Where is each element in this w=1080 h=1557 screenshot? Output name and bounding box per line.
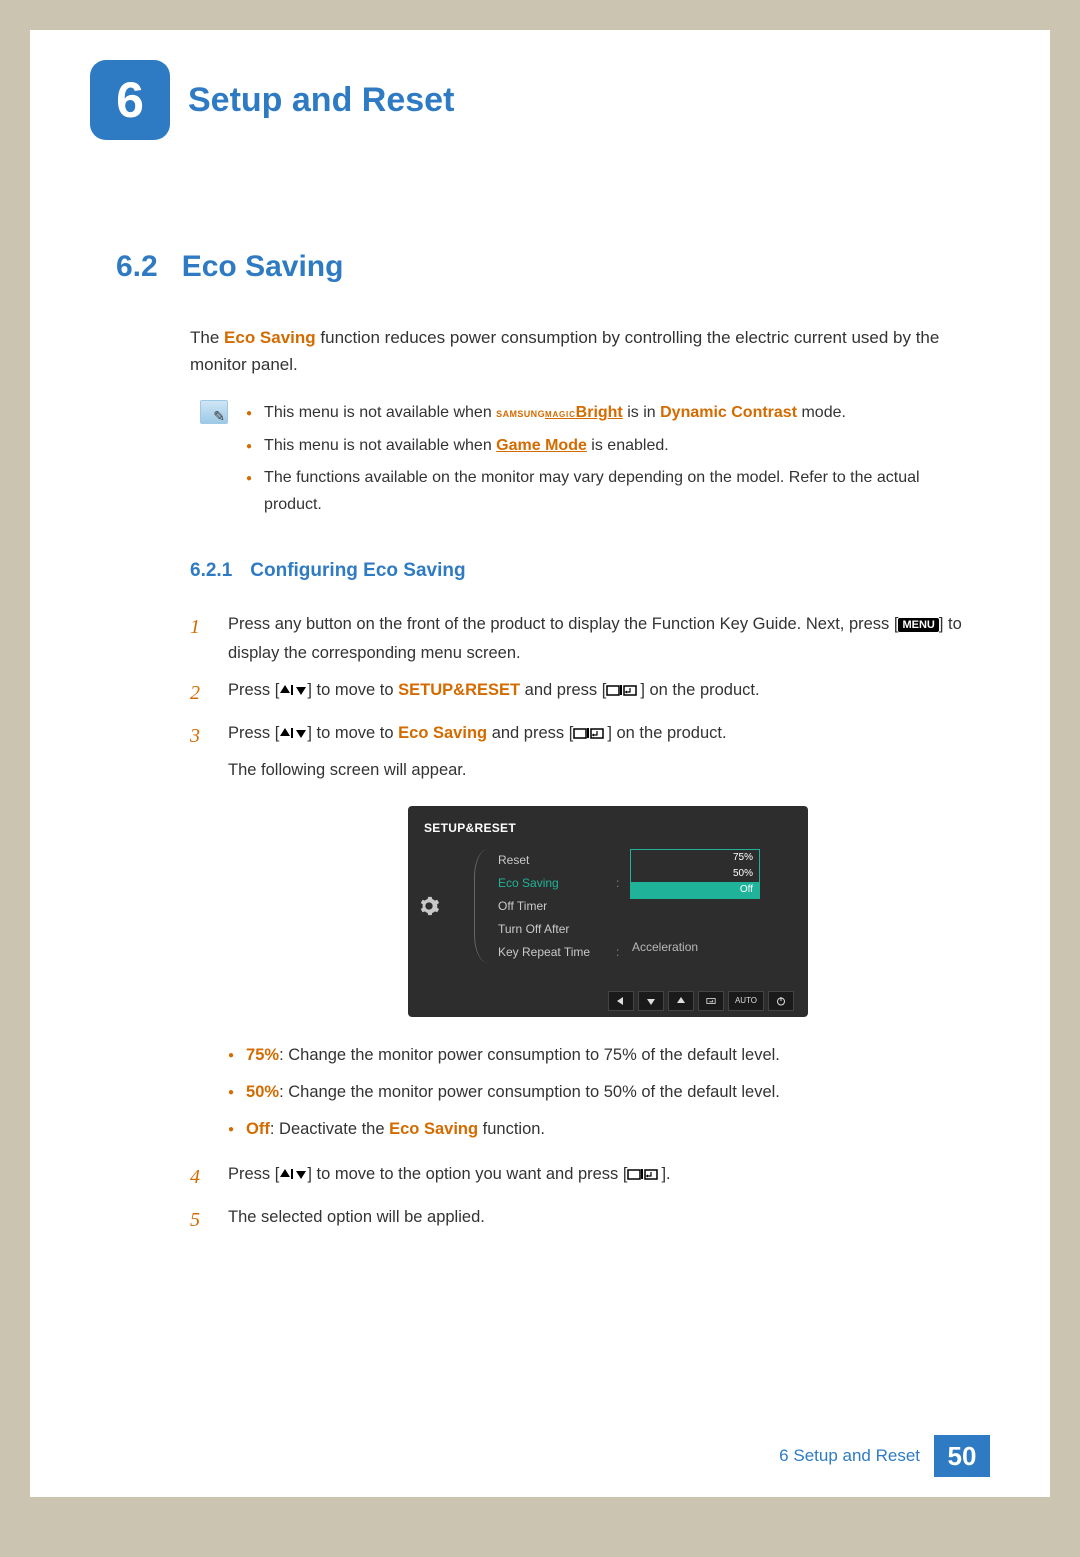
osd-menu-item: Key Repeat Time <box>498 941 618 964</box>
footer-label: 6 Setup and Reset <box>779 1446 920 1466</box>
osd-menu-item: Off Timer <box>498 895 618 918</box>
list-item: ● 50%: Change the monitor power consumpt… <box>228 1078 980 1107</box>
option-label: 50% <box>246 1083 279 1101</box>
step-5: 5 The selected option will be applied. <box>190 1203 980 1238</box>
osd-option: 50% <box>631 866 759 882</box>
osd-option: 75% <box>631 850 759 866</box>
option-description-list: ● 75%: Change the monitor power consumpt… <box>228 1041 980 1144</box>
up-down-arrows-icon <box>279 1167 307 1181</box>
select-enter-icon <box>627 1167 661 1181</box>
osd-nav-bar: AUTO <box>418 991 798 1011</box>
osd-nav-down-icon <box>638 991 664 1011</box>
note-item: ● This menu is not available when SAMSUN… <box>246 400 980 426</box>
game-mode-link[interactable]: Game Mode <box>496 437 587 454</box>
page-footer: 6 Setup and Reset 50 <box>779 1435 990 1477</box>
menu-button-tag: MENU <box>898 618 938 632</box>
note-block: ● This menu is not available when SAMSUN… <box>200 400 980 524</box>
up-down-arrows-icon <box>279 683 307 697</box>
osd-title: SETUP&RESET <box>424 818 798 839</box>
step-1: 1 Press any button on the front of the p… <box>190 610 980 668</box>
select-enter-icon <box>606 683 640 697</box>
osd-value: Acceleration <box>632 937 798 958</box>
samsung-label: SAMSUNG <box>496 409 545 419</box>
eco-saving-label: Eco Saving <box>398 724 487 742</box>
step-2: 2 Press [] to move to SETUP&RESET and pr… <box>190 676 980 711</box>
osd-menu-item-active: Eco Saving <box>498 872 618 895</box>
chapter-title: Setup and Reset <box>188 81 454 120</box>
magic-bright-link[interactable]: MAGICBright <box>545 404 623 421</box>
note-item: ● The functions available on the monitor… <box>246 465 980 518</box>
note-list: ● This menu is not available when SAMSUN… <box>246 400 980 524</box>
chapter-header: 6 Setup and Reset <box>90 60 980 140</box>
osd-nav-left-icon <box>608 991 634 1011</box>
step-number: 1 <box>190 610 212 668</box>
osd-option-dropdown: 75% 50% Off <box>630 849 760 899</box>
bullet-icon: ● <box>228 1121 234 1144</box>
chapter-number-badge: 6 <box>90 60 170 140</box>
setup-reset-label: SETUP&RESET <box>398 681 520 699</box>
list-item: ● 75%: Change the monitor power consumpt… <box>228 1041 980 1070</box>
section-title: Eco Saving <box>182 250 344 284</box>
step-number: 4 <box>190 1160 212 1195</box>
osd-menu-list: Reset Eco Saving Off Timer Turn Off Afte… <box>498 849 618 963</box>
gear-icon <box>418 895 440 917</box>
select-enter-icon <box>573 726 607 740</box>
osd-option-selected: Off <box>631 882 759 898</box>
subsection-heading: 6.2.1 Configuring Eco Saving <box>190 560 980 582</box>
note-icon <box>200 400 228 424</box>
osd-nav-enter-icon <box>698 991 724 1011</box>
feature-name: Eco Saving <box>224 328 316 347</box>
subsection-title: Configuring Eco Saving <box>250 560 465 582</box>
osd-nav-auto-button: AUTO <box>728 991 764 1011</box>
manual-page: 6 Setup and Reset 6.2 Eco Saving The Eco… <box>30 30 1050 1497</box>
bullet-icon: ● <box>246 439 252 459</box>
dynamic-contrast-label: Dynamic Contrast <box>660 404 797 421</box>
osd-nav-up-icon <box>668 991 694 1011</box>
bullet-icon: ● <box>228 1047 234 1070</box>
list-item: ● Off: Deactivate the Eco Saving functio… <box>228 1115 980 1144</box>
option-label: 75% <box>246 1046 279 1064</box>
page-number: 50 <box>934 1435 990 1477</box>
bullet-icon: ● <box>246 471 252 518</box>
section-number: 6.2 <box>116 250 158 284</box>
intro-paragraph: The Eco Saving function reduces power co… <box>190 324 980 378</box>
osd-nav-power-icon <box>768 991 794 1011</box>
step-number: 5 <box>190 1203 212 1238</box>
step-list: 1 Press any button on the front of the p… <box>190 610 980 1238</box>
option-label: Off <box>246 1120 270 1138</box>
bullet-icon: ● <box>246 406 252 426</box>
up-down-arrows-icon <box>279 726 307 740</box>
step-number: 3 <box>190 719 212 1152</box>
note-item: ● This menu is not available when Game M… <box>246 433 980 459</box>
step-3: 3 Press [] to move to Eco Saving and pre… <box>190 719 980 1152</box>
subsection-number: 6.2.1 <box>190 560 232 582</box>
step-4: 4 Press [] to move to the option you wan… <box>190 1160 980 1195</box>
step-followup: The following screen will appear. <box>228 756 980 785</box>
step-number: 2 <box>190 676 212 711</box>
osd-menu-item: Reset <box>498 849 618 872</box>
osd-screenshot: SETUP&RESET Reset Eco Saving Off Timer T… <box>408 806 980 1017</box>
osd-menu-item: Turn Off After <box>498 918 618 941</box>
bullet-icon: ● <box>228 1084 234 1107</box>
section-heading: 6.2 Eco Saving <box>90 250 980 284</box>
eco-saving-label: Eco Saving <box>389 1120 478 1138</box>
